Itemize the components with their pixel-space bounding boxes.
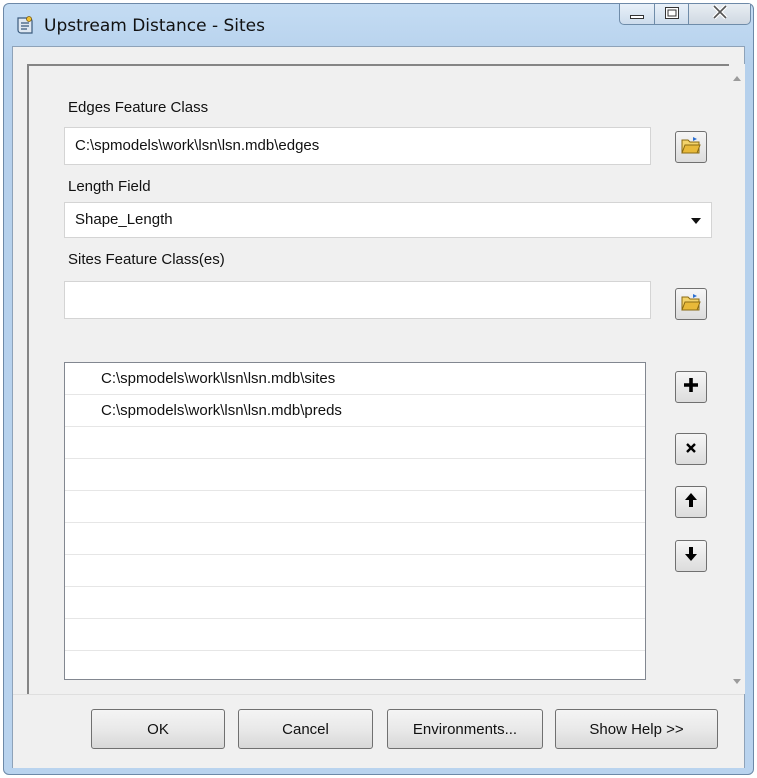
dialog-footer: OK Cancel Environments... Show Help >> — [13, 694, 744, 768]
sites-browse-button[interactable] — [675, 288, 707, 320]
length-field-value: Shape_Length — [75, 211, 173, 228]
minimize-button[interactable] — [619, 4, 655, 25]
list-item[interactable] — [65, 459, 645, 491]
list-item[interactable] — [65, 427, 645, 459]
parameters-panel: Edges Feature Class C:\spmodels\work\lsn… — [27, 64, 729, 694]
list-item[interactable] — [65, 555, 645, 587]
maximize-button[interactable] — [655, 4, 689, 25]
remove-item-button[interactable] — [675, 433, 707, 465]
length-label: Length Field — [68, 178, 151, 195]
edges-browse-button[interactable] — [675, 131, 707, 163]
list-item[interactable] — [65, 587, 645, 619]
environments-button[interactable]: Environments... — [387, 709, 543, 749]
remove-icon — [685, 441, 697, 458]
move-up-button[interactable] — [675, 486, 707, 518]
move-down-icon — [684, 546, 698, 566]
minimize-icon — [630, 6, 644, 23]
list-item[interactable] — [65, 619, 645, 651]
ok-button[interactable]: OK — [91, 709, 225, 749]
cancel-button[interactable]: Cancel — [238, 709, 373, 749]
show-help-button[interactable]: Show Help >> — [555, 709, 718, 749]
scroll-up-icon[interactable] — [733, 76, 741, 81]
dialog-window: Upstream Distance - Sites Edges Feature … — [3, 3, 754, 775]
add-item-button[interactable] — [675, 371, 707, 403]
window-title: Upstream Distance - Sites — [44, 16, 265, 36]
title-bar[interactable]: Upstream Distance - Sites — [4, 4, 753, 46]
caption-buttons — [619, 4, 751, 26]
list-item[interactable] — [65, 651, 645, 679]
move-up-icon — [684, 492, 698, 512]
sites-listbox[interactable]: C:\spmodels\work\lsn\lsn.mdb\sites C:\sp… — [64, 362, 646, 680]
edges-input[interactable]: C:\spmodels\work\lsn\lsn.mdb\edges — [64, 127, 651, 165]
close-icon — [712, 4, 728, 23]
list-item[interactable]: C:\spmodels\work\lsn\lsn.mdb\sites — [65, 363, 645, 395]
sites-input[interactable] — [64, 281, 651, 319]
add-icon — [683, 377, 699, 397]
list-item[interactable] — [65, 491, 645, 523]
sites-label: Sites Feature Class(es) — [68, 251, 225, 268]
dialog-client-area: Edges Feature Class C:\spmodels\work\lsn… — [12, 46, 745, 768]
chevron-down-icon — [691, 218, 701, 224]
length-field-dropdown[interactable]: Shape_Length — [64, 202, 712, 238]
script-tool-icon — [14, 15, 36, 37]
folder-open-icon — [681, 136, 701, 158]
list-item[interactable]: C:\spmodels\work\lsn\lsn.mdb\preds — [65, 395, 645, 427]
vertical-scrollbar[interactable] — [729, 64, 745, 694]
edges-label: Edges Feature Class — [68, 99, 209, 116]
folder-open-icon — [681, 293, 701, 315]
close-button[interactable] — [689, 4, 751, 25]
move-down-button[interactable] — [675, 540, 707, 572]
list-item[interactable] — [65, 523, 645, 555]
maximize-icon — [664, 6, 679, 23]
scroll-down-icon[interactable] — [733, 679, 741, 684]
